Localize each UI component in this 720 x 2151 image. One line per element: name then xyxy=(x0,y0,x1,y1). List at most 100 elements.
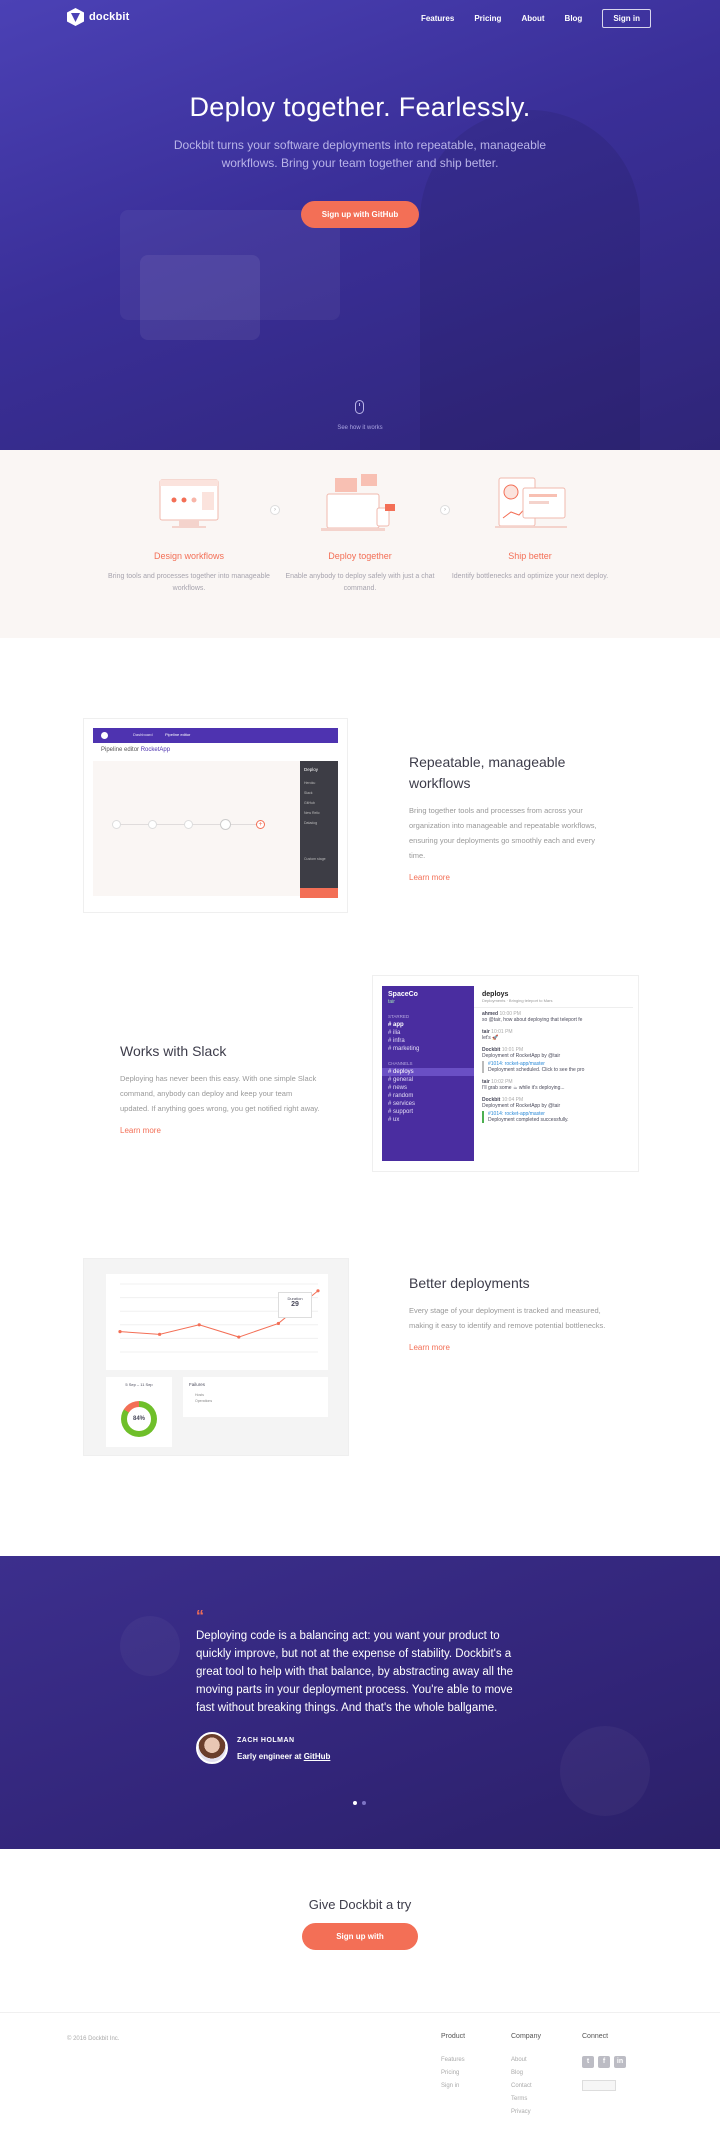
slack-channel-item[interactable]: # marketing xyxy=(382,1045,474,1053)
testimonial-quote: Deploying code is a balancing act: you w… xyxy=(196,1630,514,1714)
brand-logo[interactable]: dockbit xyxy=(67,8,130,26)
twitter-icon[interactable]: t xyxy=(582,2056,594,2068)
quote-bg-decoration xyxy=(560,1726,650,1816)
footer-company-column: Company About Blog Contact Terms Privacy xyxy=(511,2033,541,2115)
design-workflows-illustration-icon xyxy=(144,474,234,538)
feature-text: Repeatable, manageable workflows Bring t… xyxy=(409,752,609,882)
footer-link[interactable]: Pricing xyxy=(441,2070,465,2076)
feature-workflows: Dashboard Pipeline editor Pipeline edito… xyxy=(0,638,720,975)
scroll-mouse-icon[interactable] xyxy=(355,400,364,414)
panel-save-button[interactable] xyxy=(300,888,338,898)
pipeline-stage-node[interactable] xyxy=(112,820,121,829)
message-attachment: #1014: rocket-app/master Deployment sche… xyxy=(482,1061,625,1073)
slack-channel-item[interactable]: # ux xyxy=(382,1116,474,1124)
role-prefix: Early engineer at xyxy=(237,1752,304,1761)
panel-item[interactable]: Custom stage xyxy=(300,854,338,864)
pipeline-stage-node[interactable] xyxy=(184,820,193,829)
slack-message: tair 10:01 PM let's 🚀 xyxy=(474,1026,633,1044)
slack-message: Dockbit 10:01 PM Deployment of RocketApp… xyxy=(474,1044,633,1076)
feature-title: Repeatable, manageable workflows xyxy=(409,754,566,791)
carousel-dot[interactable] xyxy=(362,1801,366,1805)
slack-channel-item[interactable]: # news xyxy=(382,1084,474,1092)
chart-point[interactable] xyxy=(316,1289,320,1293)
deploy-together-illustration-icon xyxy=(315,474,405,538)
panel-item[interactable]: Datadog xyxy=(300,818,338,828)
learn-more-link[interactable]: Learn more xyxy=(409,873,609,882)
footer-link[interactable]: Privacy xyxy=(511,2109,541,2115)
pipeline-topbar: Dashboard Pipeline editor xyxy=(93,728,338,743)
slack-team-name: SpaceCo xyxy=(388,991,418,998)
footer-link[interactable]: About xyxy=(511,2057,541,2063)
panel-title: Deploy xyxy=(304,767,319,772)
footer-link[interactable]: Features xyxy=(441,2057,465,2063)
feature-better-deployments: Duration 29 5 Sep – 11 Sep 84% Failures … xyxy=(0,1226,720,1556)
feature-text: Better deployments Every stage of your d… xyxy=(409,1273,609,1352)
linkedin-icon[interactable]: in xyxy=(614,2056,626,2068)
hero-signup-github-button[interactable]: Sign up with GitHub xyxy=(301,201,419,228)
footer-link[interactable]: Terms xyxy=(511,2096,541,2102)
slack-sidebar: SpaceCo tair STARRED # app # ilia # infr… xyxy=(382,986,474,1161)
attachment-text: Deployment scheduled. Click to see the p… xyxy=(488,1067,585,1073)
slack-channel-item-active[interactable]: # deploys xyxy=(382,1068,474,1076)
cta-signup-github-button[interactable]: Sign up with GitHub xyxy=(302,1923,418,1968)
slack-channel-item[interactable]: # general xyxy=(382,1076,474,1084)
slack-channel-item[interactable]: # support xyxy=(382,1108,474,1116)
step-title: Design workflows xyxy=(153,551,225,561)
step-ship-better: Ship better Identify bottlenecks and opt… xyxy=(440,474,620,583)
footer-heading: Product xyxy=(441,2033,466,2040)
github-link[interactable]: GitHub xyxy=(304,1752,331,1761)
panel-item[interactable]: Heroku xyxy=(300,778,338,788)
slack-channel-item[interactable]: # ilia xyxy=(382,1029,474,1037)
donut-value: 84% xyxy=(127,1407,151,1431)
nav-blog-link[interactable]: Blog xyxy=(565,14,583,23)
chart-point[interactable] xyxy=(197,1323,201,1327)
quote-bg-decoration xyxy=(120,1616,180,1676)
footer-link[interactable]: Blog xyxy=(511,2070,541,2076)
footer-heading: Connect xyxy=(582,2033,609,2040)
chart-point[interactable] xyxy=(276,1321,280,1326)
pipeline-editor-heading: Pipeline editor RocketApp xyxy=(101,747,170,753)
dashboard-tab[interactable]: Dashboard xyxy=(133,732,153,737)
see-how-it-works-link[interactable]: See how it works xyxy=(0,425,720,431)
learn-more-link[interactable]: Learn more xyxy=(409,1343,609,1352)
learn-more-link[interactable]: Learn more xyxy=(120,1126,320,1135)
chart-point[interactable] xyxy=(118,1330,122,1334)
panel-item[interactable]: GitHub xyxy=(300,798,338,808)
panel-item[interactable]: New Relic xyxy=(300,808,338,818)
failures-row: Operations xyxy=(195,1399,213,1403)
pipeline-editor-tab[interactable]: Pipeline editor xyxy=(165,732,190,737)
chart-point[interactable] xyxy=(237,1335,241,1339)
pipeline-stage-node[interactable] xyxy=(220,819,231,830)
slack-channel-title: deploys xyxy=(482,991,509,998)
slack-channel-item[interactable]: # app xyxy=(382,1021,474,1029)
ship-better-illustration-icon xyxy=(485,474,575,538)
nav-pricing-link[interactable]: Pricing xyxy=(474,14,501,23)
slack-channel-item[interactable]: # services xyxy=(382,1100,474,1108)
duration-line-chart xyxy=(118,1283,320,1353)
add-stage-icon[interactable]: + xyxy=(256,820,265,829)
nav-about-link[interactable]: About xyxy=(521,14,544,23)
feature-description: Every stage of your deployment is tracke… xyxy=(409,1306,606,1330)
nav-features-link[interactable]: Features xyxy=(421,14,454,23)
carousel-dot-active[interactable] xyxy=(353,1801,357,1805)
slack-channel-item[interactable]: # random xyxy=(382,1092,474,1100)
panel-item[interactable]: Slack xyxy=(300,788,338,798)
success-donut: 84% xyxy=(121,1401,157,1437)
app-logo-icon xyxy=(101,732,108,739)
sign-in-button[interactable]: Sign in xyxy=(602,9,651,28)
footer-link[interactable]: Contact xyxy=(511,2083,541,2089)
hero-background-monitor xyxy=(140,255,260,340)
message-text: let's 🚀 xyxy=(482,1035,499,1041)
analytics-screenshot: Duration 29 5 Sep – 11 Sep 84% Failures … xyxy=(83,1258,349,1456)
footer-heading: Company xyxy=(511,2033,541,2040)
carousel-dots xyxy=(353,1801,366,1805)
status-badge[interactable] xyxy=(582,2080,616,2091)
failures-card: Failures Hosts Operations xyxy=(183,1377,328,1417)
footer-link[interactable]: Sign in xyxy=(441,2083,465,2089)
channels-label: CHANNELS xyxy=(388,1061,413,1066)
facebook-icon[interactable]: f xyxy=(598,2056,610,2068)
chart-point[interactable] xyxy=(158,1332,162,1336)
slack-channel-item[interactable]: # infra xyxy=(382,1037,474,1045)
pipeline-stage-node[interactable] xyxy=(148,820,157,829)
message-attachment: #1014: rocket-app/master Deployment comp… xyxy=(482,1111,625,1123)
